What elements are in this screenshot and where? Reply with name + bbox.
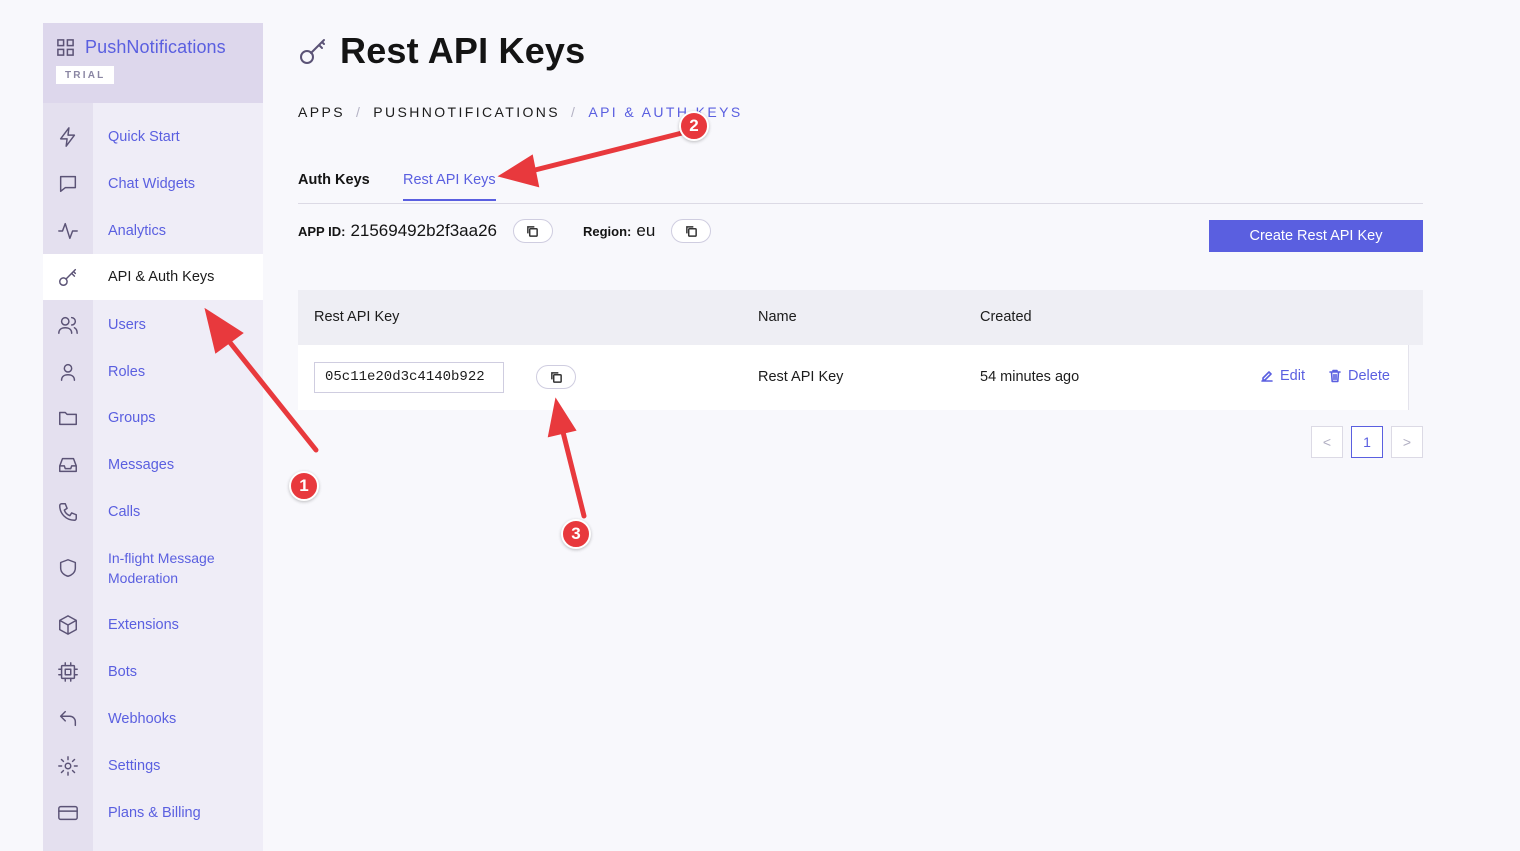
tab-bar: Auth Keys Rest API Keys <box>298 170 1423 204</box>
tab-auth-keys[interactable]: Auth Keys <box>298 172 370 199</box>
table-row: 05c11e20d3c4140b922 Rest API Key 54 minu… <box>298 345 1409 410</box>
sidebar-item-label: Webhooks <box>108 710 177 727</box>
sidebar-item-label: Roles <box>108 363 146 380</box>
breadcrumb-app[interactable]: PUSHNOTIFICATIONS <box>373 104 560 120</box>
region-label: Region: <box>582 223 632 239</box>
rest-api-keys-table: Rest API Key Name Created 05c11e20d3c414… <box>298 290 1423 410</box>
chip-icon <box>43 661 93 683</box>
sidebar-item-label: Quick Start <box>108 128 180 145</box>
key-name: Rest API Key <box>758 369 844 385</box>
sidebar-item-label: Users <box>108 316 146 333</box>
api-key-field[interactable]: 05c11e20d3c4140b922 <box>314 362 504 393</box>
breadcrumb-separator: / <box>571 104 578 120</box>
sidebar-item-api-auth-keys[interactable]: API & Auth Keys <box>43 254 263 300</box>
key-created: 54 minutes ago <box>980 369 1080 385</box>
gear-icon <box>43 755 93 777</box>
folder-icon <box>43 407 93 429</box>
column-header-key: Rest API Key <box>314 309 400 325</box>
sidebar-item-label: Bots <box>108 663 138 680</box>
sidebar-item-label: Analytics <box>108 222 167 239</box>
sidebar-item-users[interactable]: Users <box>43 301 263 348</box>
phone-icon <box>43 501 93 523</box>
app-name[interactable]: PushNotifications <box>85 37 226 58</box>
sidebar-item-bots[interactable]: Bots <box>43 648 263 695</box>
sidebar-item-roles[interactable]: Roles <box>43 348 263 395</box>
edit-label: Edit <box>1280 368 1305 384</box>
bolt-icon <box>43 126 93 148</box>
copy-icon <box>527 225 539 237</box>
app-header: PushNotifications TRIAL <box>43 23 263 103</box>
sidebar-item-label: API & Auth Keys <box>108 269 215 285</box>
users-icon <box>43 314 93 336</box>
create-rest-api-key-button[interactable]: Create Rest API Key <box>1209 220 1423 252</box>
sidebar-item-label: Calls <box>108 503 141 520</box>
breadcrumb-separator: / <box>355 104 363 120</box>
sidebar-item-settings[interactable]: Settings <box>43 742 263 789</box>
plan-badge: TRIAL <box>56 66 115 84</box>
sidebar-item-messages[interactable]: Messages <box>43 441 263 488</box>
copy-icon <box>685 225 697 237</box>
delete-button[interactable]: Delete <box>1328 368 1390 384</box>
annotation-badge-1: 1 <box>289 471 319 501</box>
pagination-page-button[interactable]: 1 <box>1351 426 1383 458</box>
column-header-created: Created <box>980 309 1032 325</box>
sidebar-item-calls[interactable]: Calls <box>43 488 263 535</box>
annotation-badge-2: 2 <box>679 111 709 141</box>
copy-api-key-button[interactable] <box>536 365 576 389</box>
table-header: Rest API Key Name Created <box>298 290 1423 345</box>
trash-icon <box>1329 369 1341 383</box>
sidebar: PushNotifications TRIAL Quick Start Chat… <box>43 23 263 851</box>
sidebar-item-label: Plans & Billing <box>108 804 201 821</box>
breadcrumb: APPS / PUSHNOTIFICATIONS / API & AUTH KE… <box>298 104 743 120</box>
pencil-icon <box>1261 371 1273 382</box>
annotation-arrow-3 <box>560 429 587 519</box>
app-grid-icon <box>57 39 74 56</box>
app-meta: APP ID: 21569492b2f3aa26 Region: eu <box>298 219 712 243</box>
copy-app-id-button[interactable] <box>512 219 553 243</box>
sidebar-item-chat-widgets[interactable]: Chat Widgets <box>43 160 263 207</box>
sidebar-item-label: Settings <box>108 757 161 774</box>
tab-rest-api-keys[interactable]: Rest API Keys <box>403 172 496 201</box>
user-icon <box>43 361 93 383</box>
app-id-label: APP ID: <box>298 223 346 239</box>
cube-icon <box>43 614 93 636</box>
delete-label: Delete <box>1348 368 1390 384</box>
column-header-name: Name <box>758 309 797 325</box>
credit-card-icon <box>43 802 93 824</box>
pagination-next-button[interactable]: > <box>1391 426 1423 458</box>
sidebar-item-analytics[interactable]: Analytics <box>43 207 263 254</box>
shield-icon <box>43 557 93 579</box>
region-value: eu <box>636 221 656 240</box>
copy-region-button[interactable] <box>671 219 712 243</box>
sidebar-item-extensions[interactable]: Extensions <box>43 601 263 648</box>
edit-button[interactable]: Edit <box>1260 368 1305 384</box>
key-icon <box>43 266 93 288</box>
page-title: Rest API Keys <box>340 30 586 71</box>
sidebar-item-plans-billing[interactable]: Plans & Billing <box>43 789 263 836</box>
sidebar-item-label: Messages <box>108 456 175 473</box>
page-header: Rest API Keys <box>298 30 585 72</box>
reply-arrow-icon <box>43 708 93 730</box>
pagination-prev-button[interactable]: < <box>1311 426 1343 458</box>
sidebar-item-in-flight-moderation[interactable]: In-flight Message Moderation <box>43 535 263 601</box>
sidebar-item-label: Chat Widgets <box>108 175 196 192</box>
key-icon <box>300 39 325 64</box>
annotation-badge-3: 3 <box>561 519 591 549</box>
sidebar-item-label: In-flight Message Moderation <box>108 550 215 586</box>
activity-icon <box>43 220 93 242</box>
breadcrumb-current: API & AUTH KEYS <box>588 104 743 120</box>
annotation-arrow-2 <box>532 129 689 173</box>
inbox-icon <box>43 454 93 476</box>
breadcrumb-apps[interactable]: APPS <box>298 104 345 120</box>
sidebar-item-groups[interactable]: Groups <box>43 394 263 441</box>
sidebar-item-label: Groups <box>108 409 156 426</box>
copy-icon <box>550 371 562 383</box>
chat-bubble-icon <box>43 173 93 195</box>
sidebar-item-webhooks[interactable]: Webhooks <box>43 695 263 742</box>
sidebar-item-quick-start[interactable]: Quick Start <box>43 113 263 160</box>
sidebar-item-label: Extensions <box>108 616 179 633</box>
app-id-value: 21569492b2f3aa26 <box>350 221 497 240</box>
